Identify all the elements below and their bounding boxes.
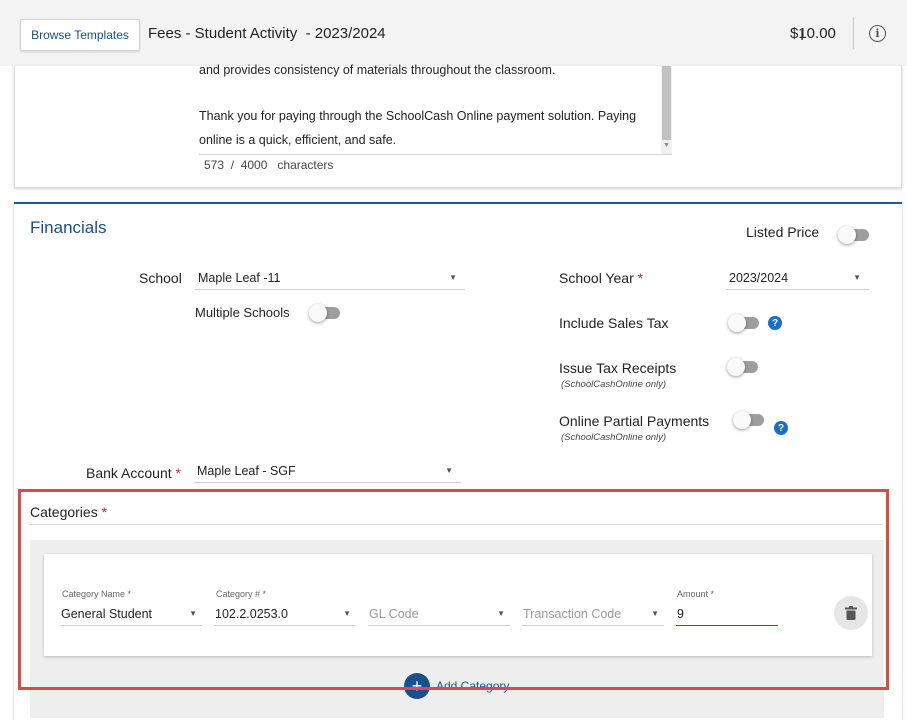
issue-tax-receipts-sublabel: (SchoolCashOnline only) xyxy=(561,379,667,390)
transaction-code-placeholder: Transaction Code xyxy=(523,607,622,621)
category-number-select[interactable]: 102.2.0253.0 ▼ xyxy=(214,602,356,626)
school-label: School xyxy=(139,270,182,286)
category-number-label: Category # * xyxy=(216,589,267,599)
gl-code-select[interactable]: GL Code ▼ xyxy=(368,602,510,626)
description-card xyxy=(14,66,902,188)
school-year-value: 2023/2024 xyxy=(729,271,789,285)
issue-tax-receipts-toggle[interactable] xyxy=(727,358,760,376)
bank-account-value: Maple Leaf - SGF xyxy=(197,464,296,478)
amount-label: Amount * xyxy=(677,589,715,599)
browse-templates-button[interactable]: Browse Templates xyxy=(20,19,140,51)
help-icon[interactable]: ? xyxy=(768,316,782,330)
school-value: Maple Leaf -11 xyxy=(198,271,281,285)
chevron-down-icon: ▼ xyxy=(497,609,505,618)
financials-title: Financials xyxy=(30,218,107,237)
character-count: 573 / 4000 characters xyxy=(204,158,334,172)
gl-code-placeholder: GL Code xyxy=(369,607,419,621)
category-name-select[interactable]: General Student ▼ xyxy=(60,602,202,626)
bank-account-select[interactable]: Maple Leaf - SGF ▼ xyxy=(194,461,461,483)
chevron-down-icon: ▼ xyxy=(189,609,197,618)
amount-value: 9 xyxy=(677,607,684,621)
bank-account-label: Bank Account * xyxy=(86,465,181,481)
school-year-select[interactable]: 2023/2024 ▼ xyxy=(726,268,869,290)
delete-category-button[interactable] xyxy=(834,596,868,630)
listed-price-toggle[interactable] xyxy=(838,226,871,244)
description-line[interactable]: Thank you for paying through the SchoolC… xyxy=(199,109,636,123)
include-sales-tax-toggle[interactable] xyxy=(728,314,761,332)
category-name-value: General Student xyxy=(61,607,153,621)
info-icon[interactable]: i xyxy=(869,25,886,42)
add-category-plus-icon[interactable]: + xyxy=(404,673,430,699)
multiple-schools-label: Multiple Schools xyxy=(195,305,290,320)
help-icon[interactable]: ? xyxy=(774,421,788,435)
listed-price-label: Listed Price xyxy=(746,224,820,240)
categories-divider xyxy=(30,524,882,525)
include-sales-tax-label: Include Sales Tax xyxy=(559,315,669,331)
description-underline xyxy=(199,154,672,155)
transaction-code-select[interactable]: Transaction Code ▼ xyxy=(522,602,664,626)
categories-title: Categories * xyxy=(30,504,108,520)
total-amount: $10.00 xyxy=(790,25,836,42)
school-year-label: School Year * xyxy=(559,270,644,286)
page-title: Fees - Student Activity - 2023/2024 xyxy=(148,25,386,42)
add-category-button[interactable]: Add Category xyxy=(436,679,509,693)
chevron-down-icon: ▼ xyxy=(343,609,351,618)
chevron-down-icon: ▼ xyxy=(651,609,659,618)
description-line[interactable]: online is a quick, efficient, and safe. xyxy=(199,133,396,147)
header-divider xyxy=(853,17,854,49)
trash-icon xyxy=(845,606,857,620)
online-partial-payments-toggle[interactable] xyxy=(733,411,766,429)
online-partial-payments-sublabel: (SchoolCashOnline only) xyxy=(561,432,667,443)
amount-input[interactable]: 9 xyxy=(676,602,778,626)
category-number-value: 102.2.0253.0 xyxy=(215,607,288,621)
online-partial-payments-label: Online Partial Payments xyxy=(559,413,710,429)
category-name-label: Category Name * xyxy=(62,589,132,599)
chevron-down-icon: ▼ xyxy=(853,273,861,282)
issue-tax-receipts-label: Issue Tax Receipts xyxy=(559,360,677,376)
scroll-down-arrow-icon[interactable]: ▼ xyxy=(663,142,670,149)
school-select[interactable]: Maple Leaf -11 ▼ xyxy=(195,268,465,290)
multiple-schools-toggle[interactable] xyxy=(309,304,342,322)
description-line[interactable]: and provides consistency of materials th… xyxy=(199,63,555,77)
text-cursor-icon: I xyxy=(800,27,805,44)
chevron-down-icon: ▼ xyxy=(445,466,453,475)
scrollbar-thumb[interactable] xyxy=(662,66,671,140)
chevron-down-icon: ▼ xyxy=(449,273,457,282)
